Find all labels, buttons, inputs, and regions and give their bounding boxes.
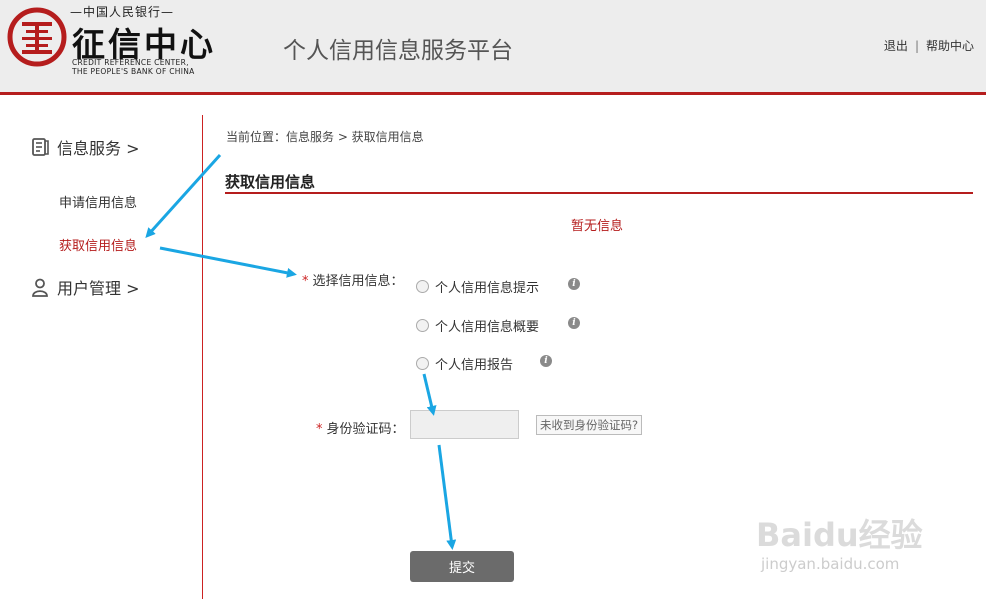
baidu-watermark-url: jingyan.baidu.com xyxy=(761,555,900,573)
sidebar-group-label: 信息服务 > xyxy=(57,139,140,158)
radio-button[interactable] xyxy=(416,280,429,293)
radio-label: 个人信用信息概要 xyxy=(435,320,540,335)
radio-option-credit-report[interactable]: 个人信用报告 xyxy=(416,354,513,373)
help-center-link[interactable]: 帮助中心 xyxy=(926,39,974,53)
sidebar-group-user-management[interactable]: 用户管理 > xyxy=(30,275,140,299)
sidebar-item-apply-credit-info[interactable]: 申请信用信息 xyxy=(59,192,137,211)
submit-button[interactable]: 提交 xyxy=(410,551,514,582)
logo-english-line1: CREDIT REFERENCE CENTER, xyxy=(72,58,189,67)
link-separator: | xyxy=(914,39,919,53)
pboc-logo-icon xyxy=(7,7,67,67)
arrow-to-submit xyxy=(437,444,457,550)
arrow-to-code-input xyxy=(422,373,437,416)
logout-link[interactable]: 退出 xyxy=(884,39,908,53)
baidu-watermark: Baidu经验 xyxy=(756,516,923,554)
page: —中国人民银行— 征信中心 CREDIT REFERENCE CENTER, T… xyxy=(0,0,986,599)
no-info-notice: 暂无信息 xyxy=(571,219,624,234)
platform-title: 个人信用信息服务平台 xyxy=(283,38,513,64)
select-credit-info-label: * 选择信用信息： xyxy=(302,270,404,289)
verification-code-label: * 身份验证码： xyxy=(316,418,405,437)
logo-english-line2: THE PEOPLE'S BANK OF CHINA xyxy=(72,67,195,76)
sidebar-divider xyxy=(202,115,203,599)
radio-button[interactable] xyxy=(416,357,429,370)
select-label-text: 选择信用信息： xyxy=(312,274,404,289)
breadcrumb: 当前位置：信息服务 > 获取信用信息 xyxy=(226,130,424,144)
radio-button[interactable] xyxy=(416,319,429,332)
radio-option-credit-tips[interactable]: 个人信用信息提示 xyxy=(416,277,539,296)
required-mark: * xyxy=(316,422,323,437)
user-icon xyxy=(32,278,48,297)
verification-code-input[interactable] xyxy=(410,410,519,439)
sidebar-item-get-credit-info[interactable]: 获取信用信息 xyxy=(59,235,137,254)
arrow-to-select-label xyxy=(159,246,297,278)
top-links: 退出 | 帮助中心 xyxy=(884,37,974,54)
sidebar-group-info-service[interactable]: 信息服务 > xyxy=(30,135,140,159)
info-icon[interactable]: i xyxy=(540,355,552,367)
radio-label: 个人信用报告 xyxy=(435,358,514,373)
radio-label: 个人信用信息提示 xyxy=(435,281,540,296)
header-bar: —中国人民银行— 征信中心 CREDIT REFERENCE CENTER, T… xyxy=(0,0,986,95)
section-title: 获取信用信息 xyxy=(225,173,316,191)
info-icon[interactable]: i xyxy=(568,317,580,329)
sidebar-group-label: 用户管理 > xyxy=(57,279,140,298)
required-mark: * xyxy=(302,274,309,289)
code-label-text: 身份验证码： xyxy=(326,422,405,437)
radio-option-credit-summary[interactable]: 个人信用信息概要 xyxy=(416,316,539,335)
resend-code-button[interactable]: 未收到身份验证码? xyxy=(536,415,643,435)
document-icon xyxy=(32,138,49,156)
arrow-to-sidebar-item xyxy=(145,153,222,238)
section-divider xyxy=(225,192,973,194)
info-icon[interactable]: i xyxy=(568,278,580,290)
